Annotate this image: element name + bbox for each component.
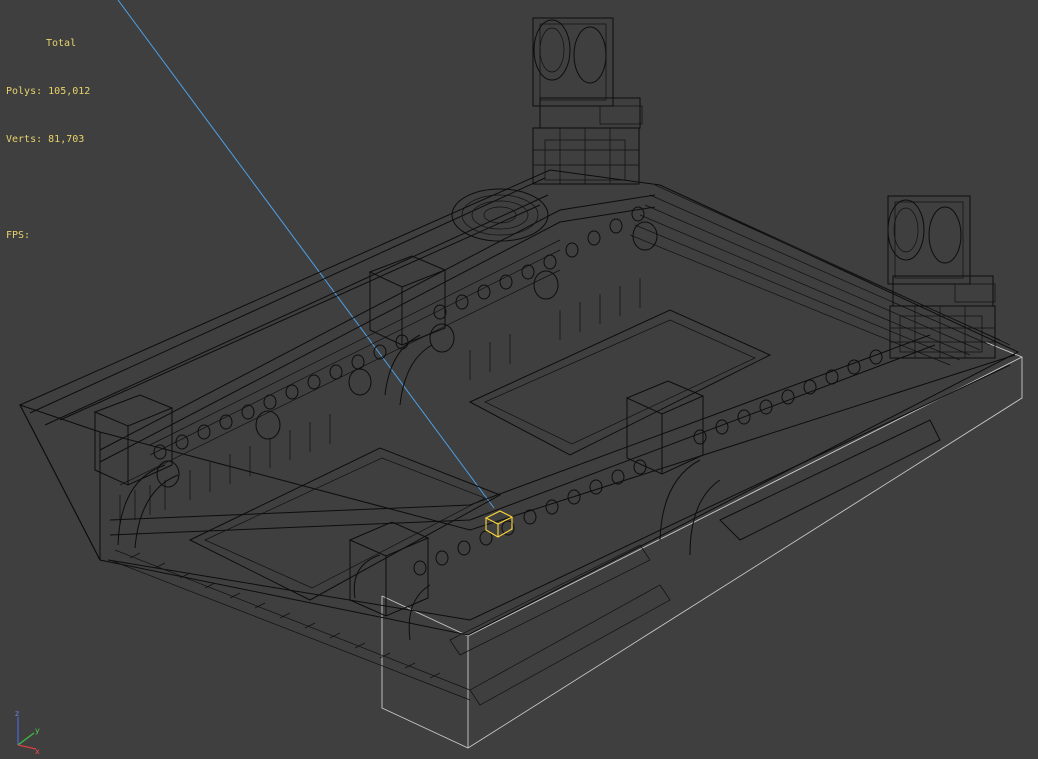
stats-verts-row: Verts: 81,703 [6,132,90,148]
stats-polys-label: Polys: [6,86,43,97]
bounding-box [381,341,1023,749]
stats-title: Total [46,38,77,49]
axis-x-label: x [35,747,40,756]
axis-gizmo: z y x [15,709,40,756]
wall-ribs [119,278,641,525]
stats-polys-row: Polys: 105,012 [6,84,90,100]
mech-tower-left[interactable] [532,17,643,185]
light-target-ray[interactable] [117,0,495,509]
wireframe-scene[interactable]: z y x [0,0,1038,759]
viewport-perspective[interactable]: z y x Total Polys: 105,012 Verts: 81,703… [0,0,1038,759]
stats-verts-label: Verts: [6,134,43,145]
stats-polys-value: 105,012 [48,86,91,97]
axis-z-label: z [15,709,19,718]
stats-fps-row: FPS: [6,228,90,244]
stats-fps-label: FPS: [6,230,31,241]
viewport-statistics: Total Polys: 105,012 Verts: 81,703 FPS: [6,4,90,276]
axis-y-label: y [35,726,40,735]
stats-verts-value: 81,703 [48,134,85,145]
porthole-row-front [153,206,658,488]
platform-mesh[interactable] [18,169,1020,706]
